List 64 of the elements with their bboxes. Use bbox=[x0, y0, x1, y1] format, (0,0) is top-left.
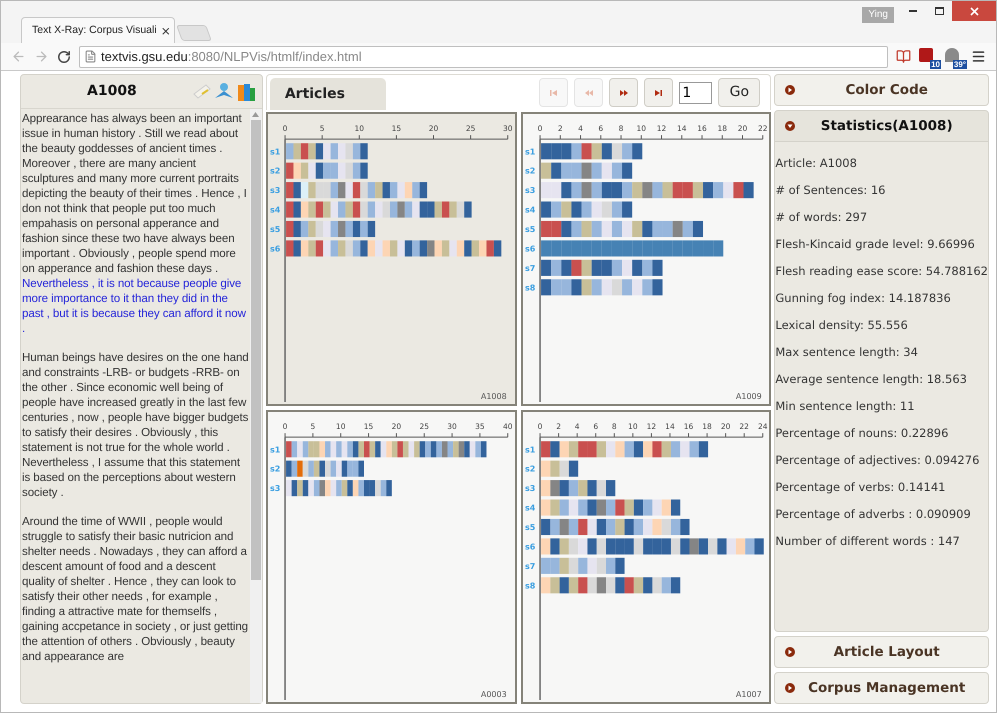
user-badge[interactable]: Ying bbox=[862, 7, 894, 23]
browser-tab[interactable]: Text X-Ray: Corpus Visuali × bbox=[21, 17, 175, 43]
accordion-header[interactable]: Color Code bbox=[774, 74, 989, 106]
sentence-label[interactable]: s5 bbox=[270, 225, 280, 234]
article-id: A1007 bbox=[735, 690, 762, 699]
go-button[interactable]: Go bbox=[718, 78, 760, 107]
url-host: textvis.gsu.edu bbox=[101, 48, 188, 66]
sentence-label[interactable]: s2 bbox=[524, 166, 535, 176]
statistic-line: Average sentence length: 18.563 bbox=[775, 371, 968, 388]
article-paragraph: Human beings have desires on the one hand and constraints -LRB- or budgets -RRB- on the other . Since economic well being of people have increased greatly in the last few centuries , now , people have bigger budgets to satisfy their desires . Obviously , this statement is not true for the whole world . Nevertheless , I assume that this statement is based on the perceptions about western society . bbox=[22, 350, 249, 500]
sentence-label[interactable]: s1 bbox=[524, 445, 535, 454]
sentence-label[interactable]: s4 bbox=[270, 206, 280, 215]
statistic-line: Min sentence length: 11 bbox=[775, 398, 916, 415]
statistic-line: Percentage of verbs: 0.14141 bbox=[775, 479, 946, 496]
sentence-label[interactable]: s3 bbox=[524, 484, 535, 494]
tab-title: Text X-Ray: Corpus Visuali bbox=[32, 22, 157, 38]
sentence-label[interactable]: s2 bbox=[270, 166, 280, 176]
extension-badge: 10 bbox=[930, 60, 941, 68]
statistic-line: Percentage of nouns: 0.22896 bbox=[775, 425, 950, 442]
accordion-header[interactable]: Corpus Management bbox=[774, 672, 989, 704]
statistic-line: Percentage of adjectives: 0.094276 bbox=[775, 452, 980, 469]
sentence-label[interactable]: s3 bbox=[270, 484, 280, 494]
accordion-header[interactable]: Statistics(A1008) bbox=[774, 110, 989, 142]
article-paragraph: Apprearance has always been an important issue in human history . Still we read about the beauty goddesses of ancient times . Moreover , there are many ancient sculptures and many more current portraits depicting the beauty of their times . Hence , I don not think that people put too much empahasis on personal apperance and fashion since these two have always been important . Obviously , people spend more on apperance and fashion these days . Nevertheless , it is not because people give more importance to it than they did in the past , but it is because they can afford it now . bbox=[22, 111, 248, 336]
statistic-line: Lexical density: 55.556 bbox=[775, 317, 909, 334]
article-id: A0003 bbox=[480, 690, 507, 699]
accordion-header[interactable]: Article Layout bbox=[774, 636, 989, 668]
url-path: :8080/NLPVis/htmlf/index.html bbox=[188, 48, 362, 66]
statistic-line: # of Sentences: 16 bbox=[775, 182, 886, 199]
sentence-label[interactable]: s2 bbox=[270, 464, 280, 474]
sentence-label[interactable]: s3 bbox=[270, 186, 280, 196]
statistic-line: Article: A1008 bbox=[775, 155, 858, 172]
sentence-label[interactable]: s7 bbox=[524, 562, 535, 571]
sentence-label[interactable]: s1 bbox=[270, 445, 280, 454]
sentence-label[interactable]: s8 bbox=[524, 283, 535, 292]
statistic-line: # of words: 297 bbox=[775, 209, 868, 226]
statistic-line: Percentage of adverbs : 0.090909 bbox=[775, 506, 972, 523]
sentence-label[interactable]: s1 bbox=[524, 147, 535, 156]
address-bar[interactable]: textvis.gsu.edu:8080/NLPVis/htmlf/index.html bbox=[79, 46, 888, 68]
extension-badge: 39° bbox=[952, 60, 967, 68]
statistic-line: Max sentence length: 34 bbox=[775, 344, 919, 361]
sentence-label[interactable]: s8 bbox=[524, 581, 535, 590]
sentence-label[interactable]: s6 bbox=[524, 244, 535, 254]
article-paragraph: Around the time of WWII , people would struggle to satisfy their basic nutricion and shelter needs . Nowadays , they can afford a descent amount of food and a descent quality of shelter . Hence , they can look to satisfy their other needs , for example , finding a attractive mate for themselfs , gaining accpetance in society , or just getting the attention of others . Obviously , beauty and appearance are bbox=[22, 514, 249, 664]
sentence-label[interactable]: s3 bbox=[524, 186, 535, 196]
statistic-line: Number of different words : 147 bbox=[775, 533, 961, 550]
statistic-line: Flesh reading ease score: 54.788162 bbox=[775, 263, 988, 280]
document-title: A1008 bbox=[87, 82, 137, 101]
sentence-label[interactable]: s4 bbox=[524, 206, 535, 215]
sentence-label[interactable]: s5 bbox=[524, 523, 535, 532]
sentence-label[interactable]: s2 bbox=[524, 464, 535, 474]
sentence-label[interactable]: s4 bbox=[524, 504, 535, 513]
statistic-line: Flesh-Kincaid grade level: 9.66996 bbox=[775, 236, 976, 253]
page-input[interactable]: 1 bbox=[679, 82, 712, 104]
sentence-label[interactable]: s7 bbox=[524, 264, 535, 273]
statistic-line: Gunning fog index: 14.187836 bbox=[775, 290, 952, 307]
article-id: A1008 bbox=[480, 392, 507, 401]
sentence-label[interactable]: s6 bbox=[524, 542, 535, 552]
tab-close-button[interactable]: × bbox=[160, 22, 171, 40]
sentence-label[interactable]: s5 bbox=[524, 225, 535, 234]
articles-tab[interactable]: Articles bbox=[270, 78, 386, 110]
sentence-label[interactable]: s6 bbox=[270, 244, 280, 254]
sentence-label[interactable]: s1 bbox=[270, 147, 280, 156]
article-id: A1009 bbox=[735, 392, 762, 401]
